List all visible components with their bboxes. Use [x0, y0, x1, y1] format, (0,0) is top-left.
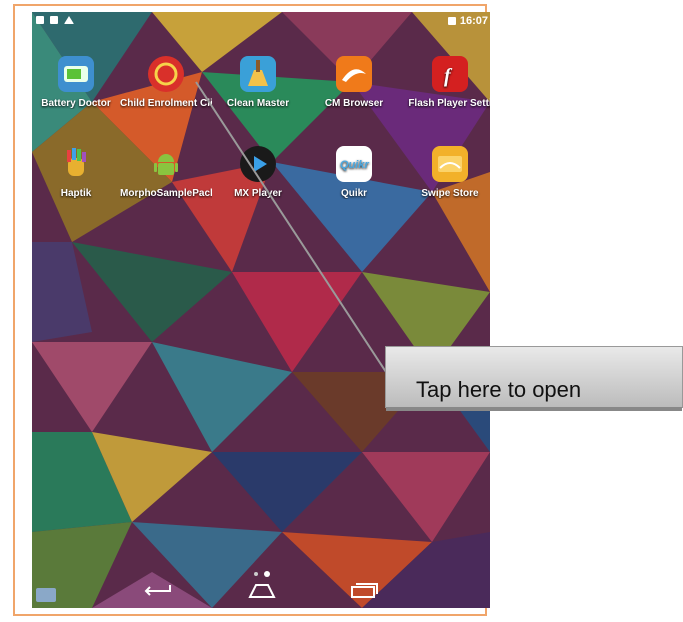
- qr-scan-icon[interactable]: [36, 588, 56, 602]
- app-label: Quikr: [340, 188, 368, 199]
- app-label: Clean Master: [226, 98, 290, 109]
- svg-text:Quikr: Quikr: [340, 159, 369, 171]
- page-dot: [254, 572, 258, 576]
- app-cm-browser[interactable]: CM Browser: [308, 56, 400, 109]
- app-label: Swipe Store: [421, 188, 479, 199]
- home-icon[interactable]: [246, 581, 278, 604]
- app-label: Battery Doctor: [41, 98, 111, 109]
- android-home-screen: 16:07 Battery Doctor Child Enrolment Cli…: [32, 12, 490, 608]
- android-icon: [148, 146, 184, 182]
- app-swipe-store[interactable]: Swipe Store: [404, 146, 490, 199]
- page-dot-current: [264, 571, 270, 577]
- image-icon: [50, 16, 58, 24]
- app-label: Haptik: [60, 188, 92, 199]
- tap-here-callout[interactable]: Tap here to open: [385, 346, 683, 411]
- warning-icon: [64, 16, 74, 24]
- aadhaar-icon: [148, 56, 184, 92]
- app-clean-master[interactable]: Clean Master: [212, 56, 304, 109]
- status-time: 16:07: [459, 15, 488, 27]
- recents-icon[interactable]: [348, 581, 380, 604]
- hand-icon: [58, 146, 94, 182]
- status-bar: 16:07: [32, 12, 490, 30]
- broom-icon: [240, 56, 276, 92]
- app-mx-player[interactable]: MX Player: [212, 146, 304, 199]
- callout-text: Tap here to open: [416, 377, 582, 402]
- cm-browser-icon: [336, 56, 372, 92]
- app-haptik[interactable]: Haptik: [32, 146, 122, 199]
- app-label: Child Enrolment Cli: [120, 98, 212, 109]
- app-flash-player-settings[interactable]: f Flash Player Setti: [404, 56, 490, 109]
- flash-icon: f: [432, 56, 468, 92]
- svg-text:f: f: [444, 65, 453, 87]
- app-child-enrolment[interactable]: Child Enrolment Cli: [120, 56, 212, 109]
- back-icon[interactable]: [144, 581, 176, 604]
- battery-doctor-icon: [58, 56, 94, 92]
- callout-shadow: [386, 407, 682, 411]
- app-label: MorphoSamplePack: [120, 188, 212, 199]
- battery-icon: [447, 17, 456, 25]
- swipe-store-icon: [432, 146, 468, 182]
- app-label: MX Player: [234, 188, 282, 199]
- app-quikr[interactable]: Quikr Quikr: [308, 146, 400, 199]
- app-label: Flash Player Setti: [408, 98, 490, 109]
- play-icon: [240, 146, 276, 182]
- navigation-bar: [32, 578, 490, 608]
- quikr-icon: Quikr: [336, 146, 372, 182]
- app-battery-doctor[interactable]: Battery Doctor: [32, 56, 122, 109]
- app-label: CM Browser: [324, 98, 384, 109]
- notification-icon: [36, 16, 44, 24]
- app-morpho-sample-pack[interactable]: MorphoSamplePack: [120, 146, 212, 199]
- page-indicator: [254, 571, 270, 577]
